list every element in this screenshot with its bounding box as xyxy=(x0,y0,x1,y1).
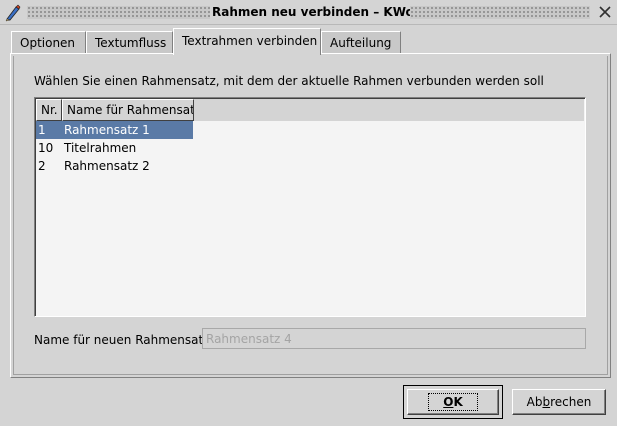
row-name: Rahmensatz 1 xyxy=(64,123,150,137)
row-name: Titelrahmen xyxy=(64,141,137,155)
row-name: Rahmensatz 2 xyxy=(64,159,150,173)
row-nr: 1 xyxy=(38,123,46,137)
column-header-name[interactable]: Name für Rahmensatz xyxy=(62,99,194,121)
kword-pen-icon xyxy=(4,4,22,22)
row-nr: 2 xyxy=(38,159,46,173)
title-grip-left xyxy=(27,6,210,19)
tab-bar: Optionen Textumfluss Textrahmen verbinde… xyxy=(0,28,617,55)
prompt-text: Wählen Sie einen Rahmensatz, mit dem der… xyxy=(34,74,544,88)
cancel-button[interactable]: Abbrechen xyxy=(512,389,606,415)
title-grip-right xyxy=(410,6,590,19)
cancel-mnemonic: b xyxy=(542,395,551,409)
new-frameset-input[interactable] xyxy=(202,328,586,349)
cancel-label: Abbrechen xyxy=(526,395,592,409)
list-item[interactable]: 10 Titelrahmen xyxy=(36,139,586,157)
row-nr: 10 xyxy=(38,141,54,155)
ok-mnemonic: O xyxy=(443,395,454,409)
ok-button[interactable]: OK xyxy=(407,389,499,415)
list-header: Nr. Name für Rahmensatz xyxy=(36,99,584,121)
close-icon xyxy=(598,5,612,22)
list-item[interactable]: 1 Rahmensatz 1 xyxy=(36,121,586,139)
close-button[interactable] xyxy=(596,4,614,22)
tab-optionen[interactable]: Optionen xyxy=(11,31,86,54)
new-frameset-label: Name für neuen Rahmensatz: xyxy=(34,333,214,347)
frameset-list[interactable]: Nr. Name für Rahmensatz 1 Rahmensatz 1 1… xyxy=(34,97,586,317)
tab-textumfluss[interactable]: Textumfluss xyxy=(86,31,173,54)
window-title: Rahmen neu verbinden – KWord xyxy=(212,5,429,19)
focus-rect: OK xyxy=(428,393,478,411)
tab-textrahmen-verbinden[interactable]: Textrahmen verbinden xyxy=(173,28,321,55)
column-header-nr[interactable]: Nr. xyxy=(36,99,62,121)
tab-aufteilung[interactable]: Aufteilung xyxy=(321,31,401,54)
list-item[interactable]: 2 Rahmensatz 2 xyxy=(36,157,586,175)
title-bar[interactable]: Rahmen neu verbinden – KWord xyxy=(0,0,617,25)
